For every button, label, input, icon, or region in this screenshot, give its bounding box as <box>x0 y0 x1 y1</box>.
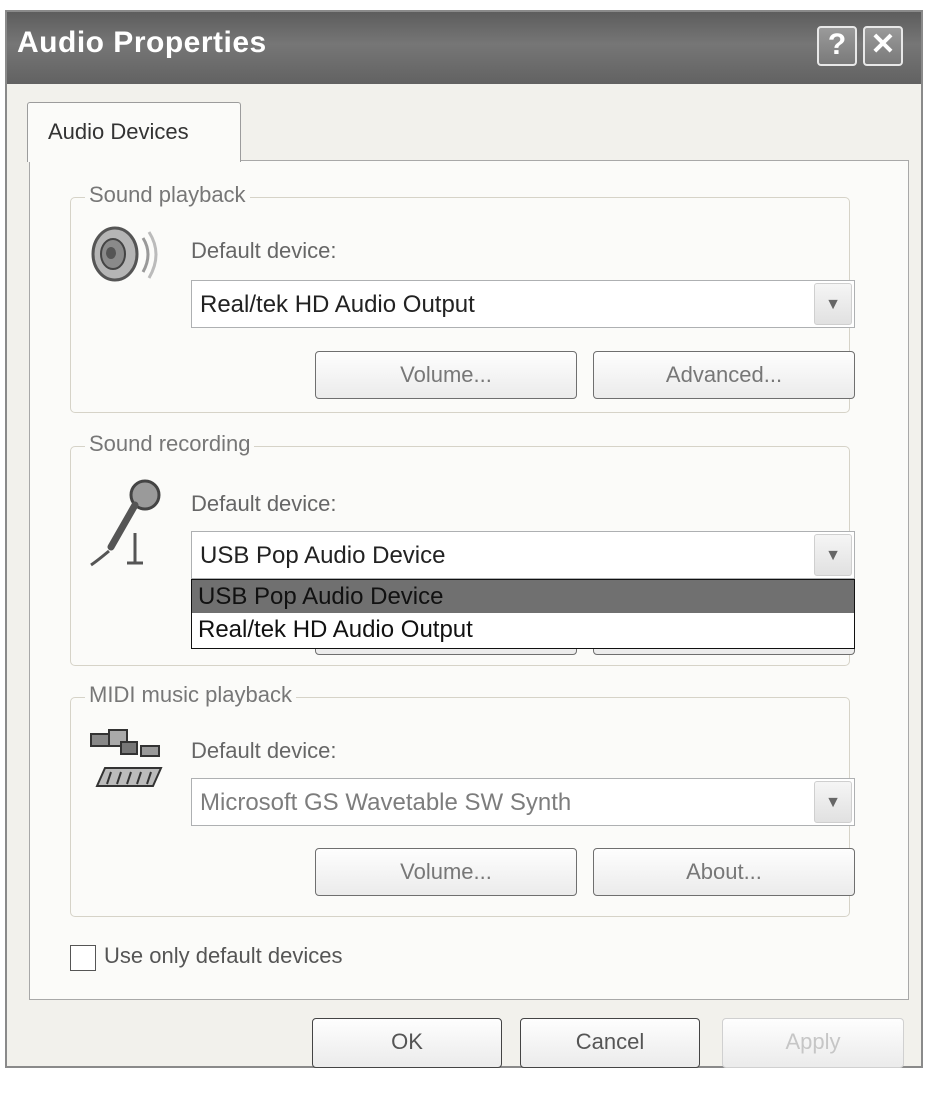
audio-properties-window: Audio Properties ? ✕ Audio Devices Sound… <box>5 10 923 1068</box>
playback-device-value: Real/tek HD Audio Output <box>200 291 475 318</box>
midi-default-device-label: Default device: <box>191 738 337 763</box>
microphone-icon <box>90 479 161 567</box>
midi-device-value: Microsoft GS Wavetable SW Synth <box>200 789 572 816</box>
sound-recording-group: Sound recording Default device: USB Pop … <box>70 431 855 666</box>
window-title: Audio Properties <box>17 26 267 59</box>
recording-device-select[interactable]: USB Pop Audio Device ▼ <box>191 531 855 579</box>
cancel-button[interactable]: Cancel <box>520 1018 700 1068</box>
tab-audio-devices[interactable]: Audio Devices <box>27 102 241 162</box>
midi-volume-button[interactable]: Volume... <box>315 848 577 896</box>
sound-playback-group: Sound playback Default device: Real/tek … <box>70 182 855 413</box>
midi-playback-group: MIDI music playback Default device: Micr… <box>70 682 855 917</box>
playback-default-device-label: Default device: <box>191 238 337 263</box>
chevron-down-icon[interactable]: ▼ <box>814 781 852 823</box>
playback-device-select[interactable]: Real/tek HD Audio Output ▼ <box>191 280 855 328</box>
tab-label: Audio Devices <box>48 119 189 144</box>
chevron-down-icon[interactable]: ▼ <box>814 283 852 325</box>
help-button[interactable]: ? <box>817 26 857 66</box>
tab-panel: Sound playback Default device: Real/tek … <box>29 160 909 1000</box>
close-button[interactable]: ✕ <box>863 26 903 66</box>
group-title-midi: MIDI music playback <box>85 682 296 708</box>
playback-volume-button[interactable]: Volume... <box>315 351 577 399</box>
midi-device-select[interactable]: Microsoft GS Wavetable SW Synth ▼ <box>191 778 855 826</box>
ok-button[interactable]: OK <box>312 1018 502 1068</box>
playback-advanced-button[interactable]: Advanced... <box>593 351 855 399</box>
group-title-recording: Sound recording <box>85 431 255 457</box>
group-title-playback: Sound playback <box>85 182 250 208</box>
speaker-icon <box>91 226 158 282</box>
recording-device-value: USB Pop Audio Device <box>200 542 446 569</box>
dropdown-option-selected[interactable]: USB Pop Audio Device <box>192 580 854 613</box>
apply-button[interactable]: Apply <box>722 1018 904 1068</box>
midi-keyboard-icon <box>90 729 163 787</box>
dropdown-option[interactable]: Real/tek HD Audio Output <box>192 613 854 646</box>
use-default-devices-label[interactable]: Use only default devices <box>104 943 342 969</box>
recording-device-dropdown-list[interactable]: USB Pop Audio Device Real/tek HD Audio O… <box>191 579 855 649</box>
chevron-down-icon[interactable]: ▼ <box>814 534 852 576</box>
midi-about-button[interactable]: About... <box>593 848 855 896</box>
recording-default-device-label: Default device: <box>191 491 337 516</box>
use-default-devices-checkbox[interactable] <box>70 945 96 971</box>
title-bar[interactable]: Audio Properties ? ✕ <box>7 12 921 84</box>
